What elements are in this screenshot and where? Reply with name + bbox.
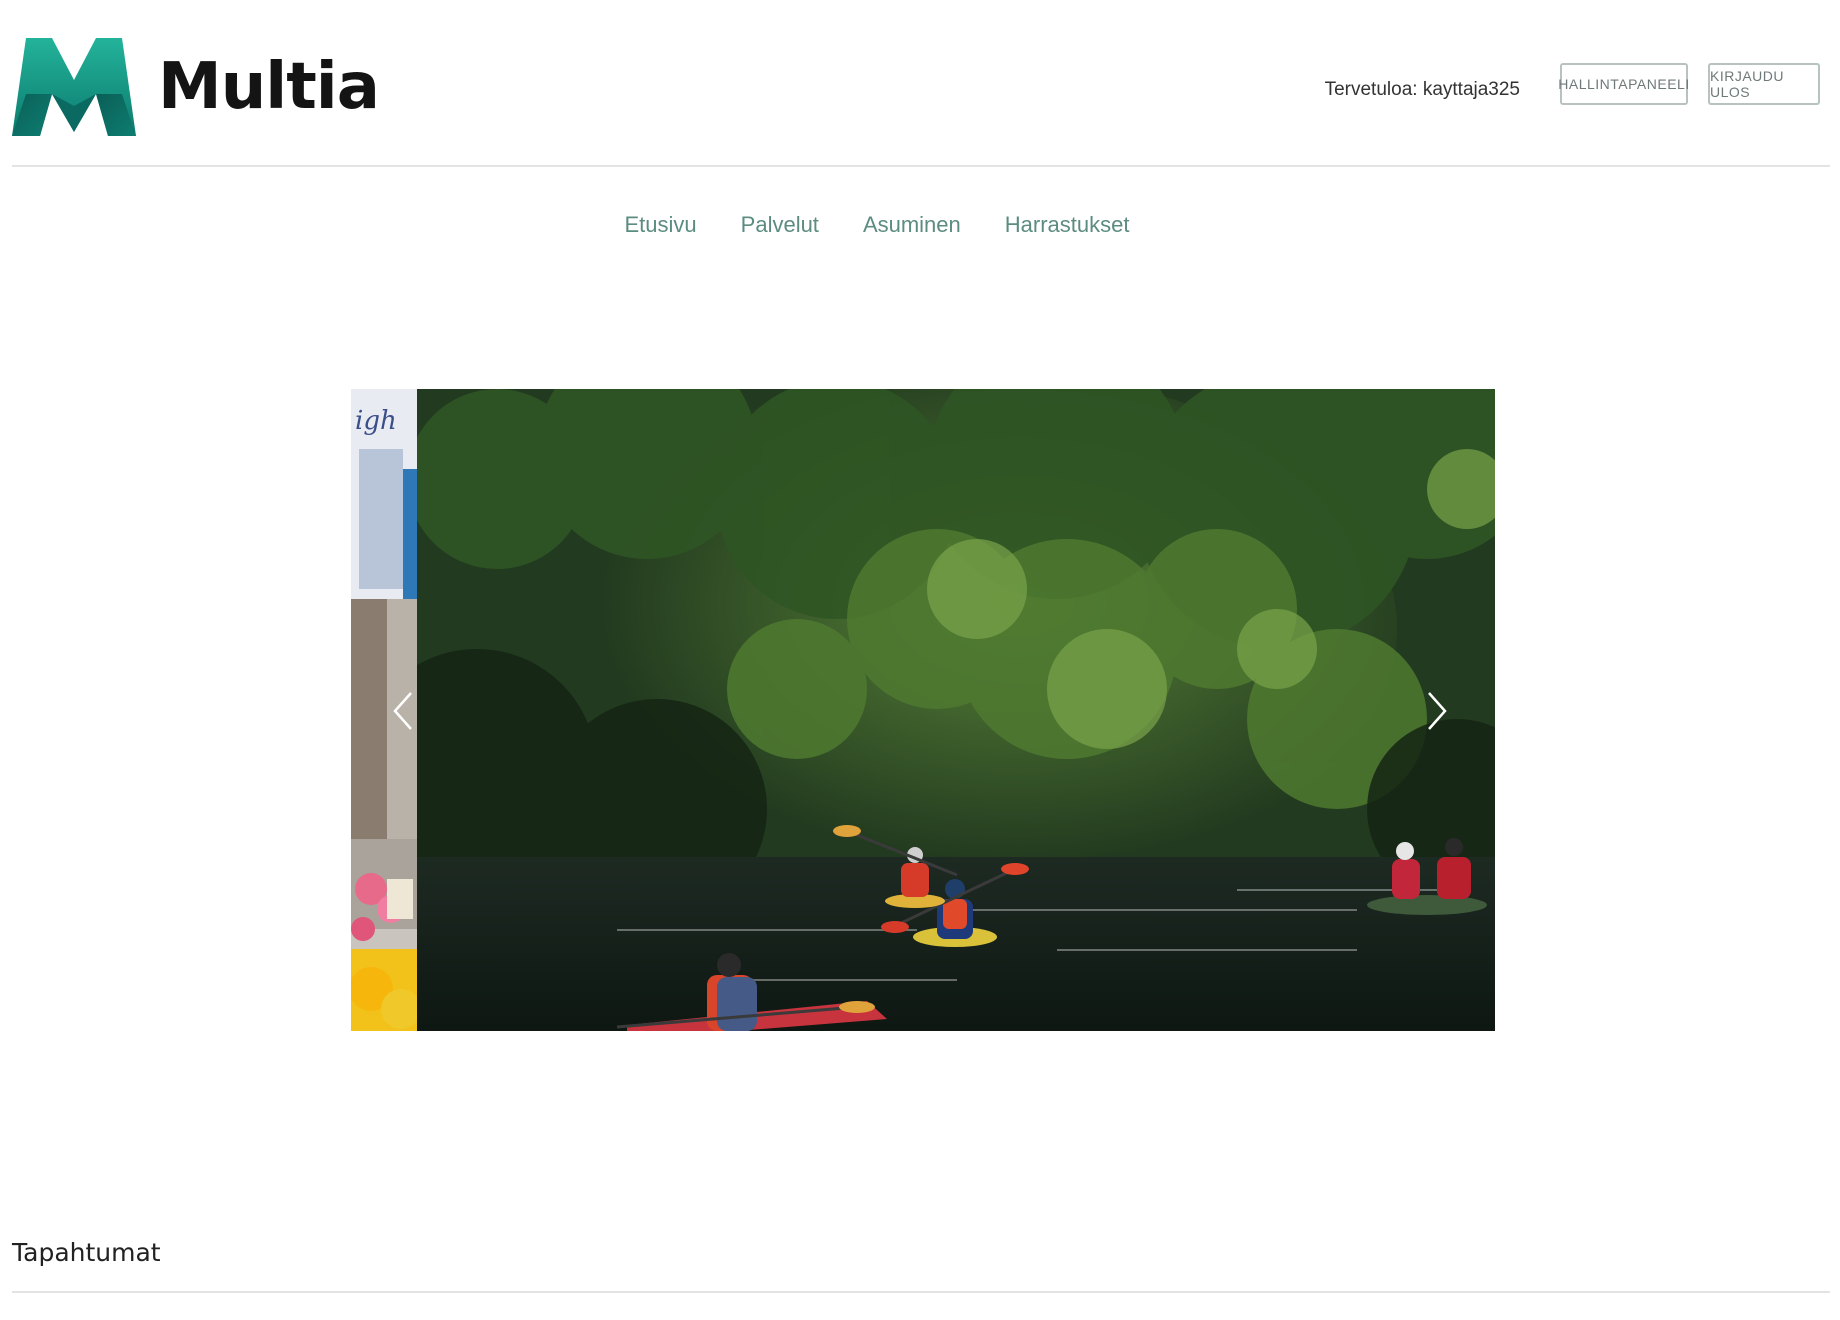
carousel-next-button[interactable] — [1417, 681, 1457, 741]
nav-item-asuminen[interactable]: Asuminen — [863, 212, 961, 238]
nav-item-etusivu[interactable]: Etusivu — [625, 212, 697, 238]
main-nav: Etusivu Palvelut Asuminen Harrastukset — [0, 212, 1840, 238]
site-header: Multia Tervetuloa: kayttaja325 HALLINTAP… — [12, 0, 1830, 167]
carousel-prev-button[interactable] — [383, 681, 423, 741]
site-logo[interactable]: Multia — [12, 36, 380, 138]
chevron-left-icon — [393, 692, 412, 730]
multia-logo-mark-icon — [12, 38, 136, 136]
dashboard-button[interactable]: HALLINTAPANEELI — [1558, 63, 1690, 105]
logout-button-label: KIRJAUDU ULOS — [1710, 68, 1785, 100]
image-carousel: igh — [351, 389, 1495, 1031]
svg-text:igh: igh — [355, 406, 397, 436]
brand-name: Multia — [158, 50, 380, 124]
logout-button[interactable]: KIRJAUDU ULOS — [1708, 63, 1820, 105]
events-section-title: Tapahtumat — [12, 1238, 161, 1267]
welcome-text: Tervetuloa: kayttaja325 — [1324, 79, 1520, 100]
dashboard-button-label: HALLINTAPANEELI — [1558, 76, 1690, 92]
page: Multia Tervetuloa: kayttaja325 HALLINTAP… — [0, 0, 1840, 1320]
user-area: Tervetuloa: kayttaja325 HALLINTAPANEELI … — [1324, 63, 1820, 105]
current-slide-image — [417, 389, 1495, 1031]
nav-item-harrastukset[interactable]: Harrastukset — [1005, 212, 1130, 238]
events-divider — [12, 1291, 1830, 1293]
nav-item-palvelut[interactable]: Palvelut — [741, 212, 819, 238]
chevron-right-icon — [1428, 692, 1447, 730]
